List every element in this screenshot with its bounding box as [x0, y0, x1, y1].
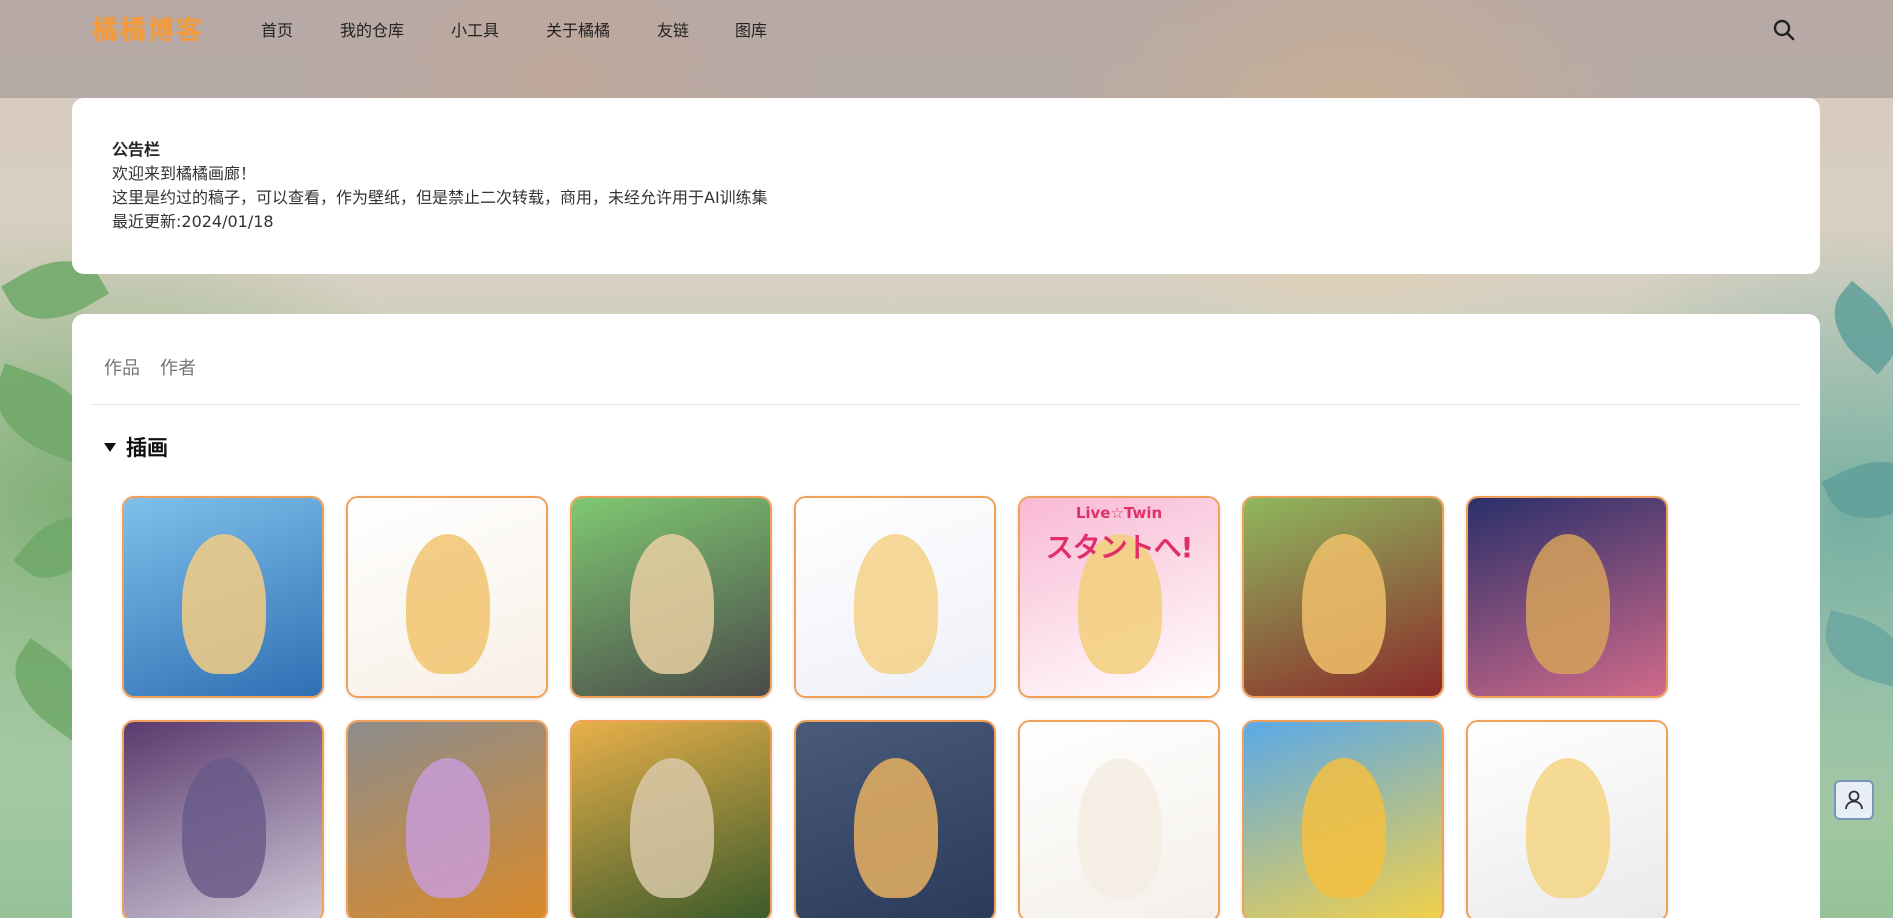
thumbnail-figure: [630, 758, 714, 898]
gallery-thumbnail[interactable]: [570, 720, 772, 918]
nav-gallery[interactable]: 图库: [735, 17, 767, 41]
thumbnail-figure: [406, 758, 490, 898]
gallery-thumbnail[interactable]: [1466, 720, 1668, 918]
thumbnail-figure: [1526, 758, 1610, 898]
thumbnail-figure: [854, 758, 938, 898]
thumbnail-figure: [182, 534, 266, 674]
gallery-thumbnail[interactable]: [794, 496, 996, 698]
notice-title: 公告栏: [112, 140, 161, 159]
thumbnail-grid: Live☆Twin スタントへ!: [122, 496, 1668, 918]
section-title: 插画: [126, 436, 168, 460]
thumbnail-figure: [1526, 534, 1610, 674]
gallery-thumbnail[interactable]: [1242, 720, 1444, 918]
gallery-tabs: 作品 作者: [104, 354, 196, 380]
tabs-divider: [92, 404, 1800, 405]
notice-board: 公告栏 欢迎来到橘橘画廊！ 这里是约过的稿子，可以查看，作为壁纸，但是禁止二次转…: [72, 98, 1820, 274]
thumbnail-figure: [182, 758, 266, 898]
thumbnail-figure: [1302, 758, 1386, 898]
thumbnail-figure: [1302, 534, 1386, 674]
thumbnail-figure: [854, 534, 938, 674]
gallery-thumbnail[interactable]: [122, 496, 324, 698]
user-icon[interactable]: [1834, 780, 1874, 820]
gallery-panel: 作品 作者 插画 Live☆Twin スタントへ!: [72, 314, 1820, 918]
notice-rules: 这里是约过的稿子，可以查看，作为壁纸，但是禁止二次转载，商用，未经允许用于AI训…: [112, 188, 768, 207]
nav-tools[interactable]: 小工具: [451, 17, 499, 41]
gallery-thumbnail[interactable]: [346, 496, 548, 698]
thumbnail-figure: [406, 534, 490, 674]
gallery-thumbnail[interactable]: [1242, 496, 1444, 698]
search-icon[interactable]: [1772, 18, 1796, 42]
gallery-thumbnail[interactable]: [1466, 496, 1668, 698]
gallery-thumbnail[interactable]: [346, 720, 548, 918]
top-navbar: 橘橘博客 首页 我的仓库 小工具 关于橘橘 友链 图库: [0, 0, 1893, 56]
gallery-thumbnail[interactable]: [1018, 720, 1220, 918]
gallery-thumbnail[interactable]: [794, 720, 996, 918]
thumbnail-caption: Live☆Twin: [1075, 504, 1163, 522]
tab-authors[interactable]: 作者: [160, 354, 196, 380]
tab-works[interactable]: 作品: [104, 354, 140, 380]
nav-about[interactable]: 关于橘橘: [546, 17, 610, 41]
nav-repo[interactable]: 我的仓库: [340, 17, 404, 41]
nav-home[interactable]: 首页: [261, 17, 293, 41]
notice-welcome: 欢迎来到橘橘画廊！: [112, 164, 257, 183]
thumbnail-banner: スタントへ!: [1045, 531, 1194, 564]
nav-friends[interactable]: 友链: [657, 17, 689, 41]
thumbnail-figure: [630, 534, 714, 674]
notice-updated: 最近更新:2024/01/18: [112, 212, 274, 231]
gallery-thumbnail[interactable]: [122, 720, 324, 918]
thumbnail-figure: [1078, 758, 1162, 898]
triangle-down-icon: [104, 442, 116, 452]
gallery-thumbnail[interactable]: [570, 496, 772, 698]
site-logo[interactable]: 橘橘博客: [92, 10, 204, 47]
section-toggle-illustration[interactable]: 插画: [104, 432, 168, 462]
gallery-thumbnail[interactable]: Live☆Twin スタントへ!: [1018, 496, 1220, 698]
